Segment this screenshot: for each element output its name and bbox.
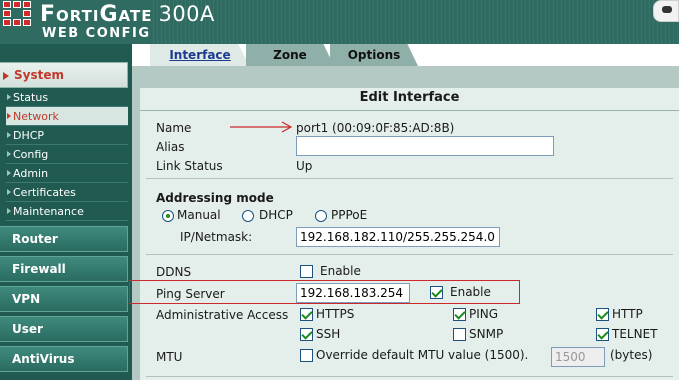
tab-options[interactable]: Options xyxy=(330,44,418,66)
section-divider xyxy=(146,178,673,179)
sidebar-section-system[interactable]: System xyxy=(0,62,128,88)
sidebar-section-router[interactable]: Router xyxy=(0,226,128,252)
link-status-value: Up xyxy=(296,159,313,173)
https-label: HTTPS xyxy=(316,307,355,321)
sidebar-item-admin[interactable]: Admin xyxy=(6,164,128,183)
manual-radio-label: Manual xyxy=(177,208,221,222)
ip-netmask-label: IP/Netmask: xyxy=(180,230,253,244)
snmp-checkbox[interactable] xyxy=(453,328,466,341)
tab-options-label: Options xyxy=(347,48,401,62)
main-content: Edit Interface Name port1 (00:09:0F:85:A… xyxy=(132,66,679,380)
mtu-label: MTU xyxy=(156,350,183,364)
sidebar-item-dhcp[interactable]: DHCP xyxy=(6,126,128,145)
https-checkbox[interactable] xyxy=(300,308,313,321)
admin-access-label: Administrative Access xyxy=(156,308,289,322)
ping-label: PING xyxy=(469,307,499,321)
sidebar-item-network[interactable]: Network xyxy=(6,107,128,126)
tab-zone[interactable]: Zone xyxy=(246,44,334,66)
sidebar-section-vpn[interactable]: VPN xyxy=(0,286,128,312)
system-submenu: Status Network DHCP Config Admin Certifi… xyxy=(6,88,128,221)
ping-checkbox[interactable] xyxy=(453,308,466,321)
http-label: HTTP xyxy=(612,307,643,321)
alias-input[interactable] xyxy=(296,136,554,156)
ip-netmask-input[interactable]: 192.168.182.110/255.255.254.0 xyxy=(296,227,500,247)
snmp-label: SNMP xyxy=(469,327,504,341)
web-config-subtitle: WEB CONFIG xyxy=(42,26,151,41)
section-divider xyxy=(146,254,673,255)
telnet-label: TELNET xyxy=(612,327,658,341)
name-label: Name xyxy=(156,121,192,135)
ddns-label: DDNS xyxy=(156,265,192,279)
section-divider xyxy=(146,376,673,377)
form-title-divider xyxy=(140,110,679,111)
fortinet-logo-icon xyxy=(3,1,33,27)
sidebar-item-status[interactable]: Status xyxy=(6,88,128,107)
pppoe-radio-label: PPPoE xyxy=(331,208,368,222)
ddns-enable-checkbox[interactable] xyxy=(300,265,313,278)
brand-title: FortiGate 300A xyxy=(40,1,215,28)
dhcp-radio-label: DHCP xyxy=(259,208,293,222)
ssh-label: SSH xyxy=(316,327,341,341)
tab-zone-label: Zone xyxy=(273,48,307,62)
ssh-checkbox[interactable] xyxy=(300,328,313,341)
sidebar-section-antivirus[interactable]: AntiVirus xyxy=(0,346,128,372)
ddns-enable-label: Enable xyxy=(320,264,361,278)
link-status-label: Link Status xyxy=(156,159,223,173)
pppoe-radio[interactable] xyxy=(315,210,327,222)
model-name: 300A xyxy=(158,2,215,26)
app-header: FortiGate 300A WEB CONFIG xyxy=(0,0,679,44)
form-title: Edit Interface xyxy=(359,90,460,105)
chat-icon[interactable] xyxy=(653,0,679,22)
sidebar-section-user[interactable]: User xyxy=(0,316,128,342)
annotation-highlight-box xyxy=(129,280,520,304)
http-checkbox[interactable] xyxy=(596,308,609,321)
brand-name: FortiGate xyxy=(40,2,153,27)
tab-interface-label: Interface xyxy=(169,48,231,62)
header-stripe-decoration xyxy=(150,0,679,44)
mtu-value-input[interactable]: 1500 xyxy=(551,347,605,367)
telnet-checkbox[interactable] xyxy=(596,328,609,341)
sidebar: System Status Network DHCP Config Admin … xyxy=(0,44,132,380)
mtu-override-checkbox[interactable] xyxy=(300,349,313,362)
sidebar-item-config[interactable]: Config xyxy=(6,145,128,164)
sidebar-section-firewall[interactable]: Firewall xyxy=(0,256,128,282)
sidebar-item-certificates[interactable]: Certificates xyxy=(6,183,128,202)
tab-interface[interactable]: Interface xyxy=(150,44,250,66)
mtu-override-label: Override default MTU value (1500). xyxy=(316,348,529,362)
annotation-arrow-icon xyxy=(230,121,293,133)
alias-label: Alias xyxy=(156,140,185,154)
edit-interface-form: Edit Interface Name port1 (00:09:0F:85:A… xyxy=(140,88,679,380)
manual-radio[interactable] xyxy=(162,210,174,222)
tab-bar: Interface Zone Options xyxy=(132,44,679,66)
mtu-unit-label: (bytes) xyxy=(610,348,653,362)
addressing-mode-label: Addressing mode xyxy=(156,191,274,205)
sidebar-item-maintenance[interactable]: Maintenance xyxy=(6,202,128,221)
name-value: port1 (00:09:0F:85:AD:8B) xyxy=(296,121,455,135)
dhcp-radio[interactable] xyxy=(242,210,254,222)
